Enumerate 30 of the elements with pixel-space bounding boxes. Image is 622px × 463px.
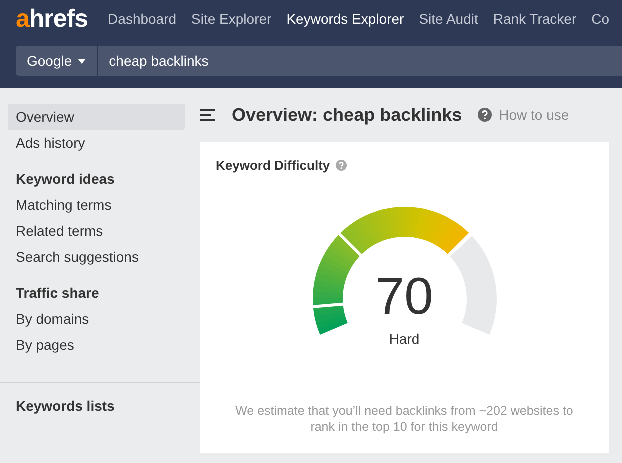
gauge-divider — [312, 302, 344, 308]
sidebar-item[interactable]: Related terms — [8, 218, 185, 244]
sidebar-heading: Keyword ideas — [15, 170, 116, 189]
nav-link[interactable]: Site Audit — [419, 11, 478, 27]
gauge-divider — [446, 232, 472, 258]
nav-link[interactable]: Keywords Explorer — [286, 11, 404, 27]
caret-icon — [78, 58, 86, 64]
difficulty-note: We estimate that you’ll need backlinks from ~202 websites to rank in the top 10 for this keyword — [234, 403, 574, 435]
sidebar-item[interactable]: Matching terms — [8, 192, 185, 218]
page-title: Overview: cheap backlinks — [232, 104, 462, 126]
sidebar-item[interactable]: By domains — [8, 306, 185, 332]
sidebar-heading: Traffic share — [15, 284, 100, 303]
sidebar-item[interactable]: Overview — [8, 104, 185, 130]
help-icon[interactable] — [478, 108, 492, 122]
sidebar-item[interactable]: Search suggestions — [8, 244, 185, 270]
sidebar-item[interactable]: Ads history — [8, 130, 185, 156]
sidebar-heading: Keywords lists — [15, 397, 116, 416]
nav-link[interactable]: Co — [592, 11, 610, 27]
difficulty-rating: Hard — [388, 331, 421, 347]
nav-link[interactable]: Rank Tracker — [493, 11, 577, 27]
difficulty-score: 70 — [374, 271, 434, 323]
sidebar-item[interactable]: By pages — [8, 332, 185, 358]
logo[interactable]: ahrefs — [16, 4, 88, 34]
gauge-divider — [337, 232, 362, 258]
card-title: Keyword Difficulty — [216, 158, 330, 173]
nav-link[interactable]: Dashboard — [108, 11, 177, 27]
menu-icon[interactable] — [200, 109, 215, 121]
search-field[interactable]: cheap backlinks — [98, 46, 622, 76]
nav-link[interactable]: Site Explorer — [192, 11, 272, 27]
engine-dropdown[interactable]: Google — [16, 46, 98, 76]
